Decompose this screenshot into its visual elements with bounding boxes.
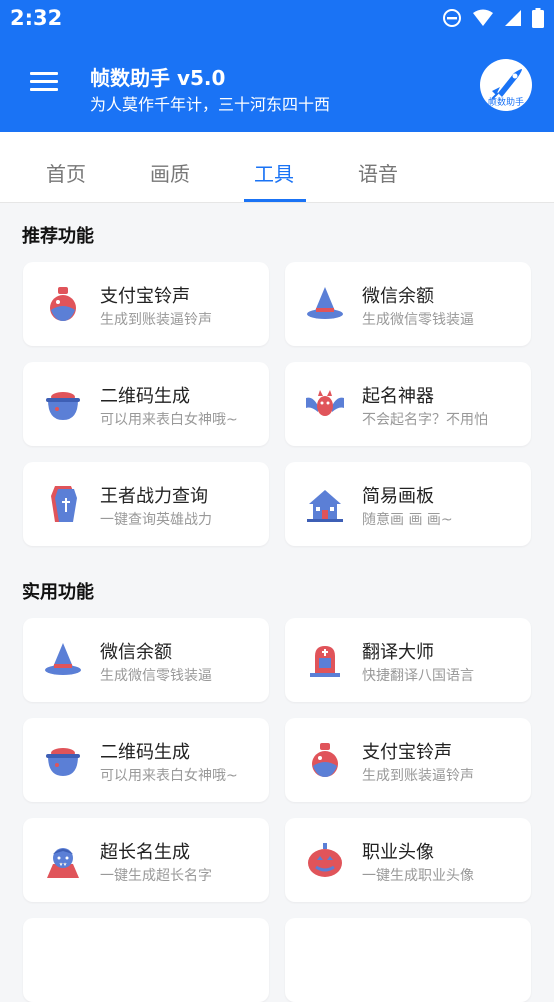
card-title: 翻译大师 <box>362 642 434 663</box>
tool-card-hero-power[interactable]: 王者战力查询 一键查询英雄战力 <box>23 462 269 546</box>
card-desc: 一键生成超长名字 <box>100 868 212 884</box>
card-title: 二维码生成 <box>100 386 190 407</box>
card-title: 支付宝铃声 <box>362 742 452 763</box>
card-desc: 可以用来表白女神哦~ <box>100 768 238 784</box>
logo-text: 帧数助手 <box>487 98 524 108</box>
card-title: 起名神器 <box>362 386 434 407</box>
potion-icon <box>312 743 338 777</box>
tab-indicator <box>244 199 306 202</box>
tool-card-alipay-ringtone[interactable]: 支付宝铃声 生成到账装逼铃声 <box>285 718 531 802</box>
card-desc: 一键查询英雄战力 <box>100 512 212 528</box>
tab-bar: 首页 画质 工具 语音 <box>0 132 554 203</box>
tool-card-partial[interactable] <box>23 918 269 1002</box>
signal-icon <box>505 10 521 26</box>
vampire-icon <box>47 848 79 878</box>
card-title: 微信余额 <box>362 286 434 307</box>
card-desc: 不会起名字？不用怕 <box>362 412 488 428</box>
card-desc: 可以用来表白女神哦~ <box>100 412 238 428</box>
card-title: 简易画板 <box>362 486 434 507</box>
card-title: 支付宝铃声 <box>100 286 190 307</box>
tool-card-avatar[interactable]: 职业头像 一键生成职业头像 <box>285 818 531 902</box>
potion-icon <box>50 287 76 321</box>
card-desc: 快捷翻译八国语言 <box>362 668 474 684</box>
do-not-disturb-icon <box>443 9 461 27</box>
tab-tools[interactable]: 工具 <box>254 158 294 187</box>
section-title-utility: 实用功能 <box>22 582 94 603</box>
witch-hat-icon <box>45 643 81 675</box>
status-icons <box>442 8 544 28</box>
coffin-icon <box>51 486 77 522</box>
tool-card-drawing-board[interactable]: 简易画板 随意画 画 画~ <box>285 462 531 546</box>
tool-card-partial[interactable] <box>285 918 531 1002</box>
tool-card-long-name[interactable]: 超长名生成 一键生成超长名字 <box>23 818 269 902</box>
pumpkin-icon <box>308 843 342 877</box>
menu-icon <box>30 72 58 75</box>
tool-card-wechat-balance[interactable]: 微信余额 生成微信零钱装逼 <box>285 262 531 346</box>
tab-voice[interactable]: 语音 <box>358 158 398 187</box>
app-logo[interactable]: 帧数助手 <box>480 59 532 111</box>
witch-hat-icon <box>307 287 343 319</box>
wifi-icon <box>473 9 493 26</box>
tool-card-name-generator[interactable]: 起名神器 不会起名字？不用怕 <box>285 362 531 446</box>
haunted-house-icon <box>307 490 343 522</box>
status-time: 2:32 <box>10 6 63 30</box>
tool-card-qr-generator[interactable]: 二维码生成 可以用来表白女神哦~ <box>23 718 269 802</box>
cauldron-icon <box>46 748 80 776</box>
tombstone-icon <box>310 646 340 677</box>
card-title: 王者战力查询 <box>100 486 208 507</box>
tool-card-wechat-balance[interactable]: 微信余额 生成微信零钱装逼 <box>23 618 269 702</box>
card-desc: 生成到账装逼铃声 <box>100 312 212 328</box>
tool-card-translator[interactable]: 翻译大师 快捷翻译八国语言 <box>285 618 531 702</box>
card-desc: 一键生成职业头像 <box>362 868 474 884</box>
menu-button[interactable] <box>30 68 58 96</box>
battery-icon <box>532 8 544 28</box>
tab-quality[interactable]: 画质 <box>150 158 190 187</box>
card-desc: 生成到账装逼铃声 <box>362 768 474 784</box>
cauldron-icon <box>46 392 80 420</box>
tool-card-qr-generator[interactable]: 二维码生成 可以用来表白女神哦~ <box>23 362 269 446</box>
card-title: 微信余额 <box>100 642 172 663</box>
card-title: 职业头像 <box>362 842 434 863</box>
app-subtitle: 为人莫作千年计，三十河东四十西 <box>90 95 331 114</box>
card-title: 二维码生成 <box>100 742 190 763</box>
card-desc: 随意画 画 画~ <box>362 512 453 528</box>
section-title-recommended: 推荐功能 <box>22 226 94 247</box>
card-desc: 生成微信零钱装逼 <box>362 312 474 328</box>
tab-home[interactable]: 首页 <box>46 158 86 187</box>
app-title: 帧数助手 v5.0 <box>90 66 226 90</box>
status-bar: 2:32 <box>0 0 554 38</box>
tool-card-alipay-ringtone[interactable]: 支付宝铃声 生成到账装逼铃声 <box>23 262 269 346</box>
bat-icon <box>306 390 344 416</box>
app-bar: 帧数助手 v5.0 为人莫作千年计，三十河东四十西 帧数助手 <box>0 38 554 132</box>
card-desc: 生成微信零钱装逼 <box>100 668 212 684</box>
card-title: 超长名生成 <box>100 842 190 863</box>
